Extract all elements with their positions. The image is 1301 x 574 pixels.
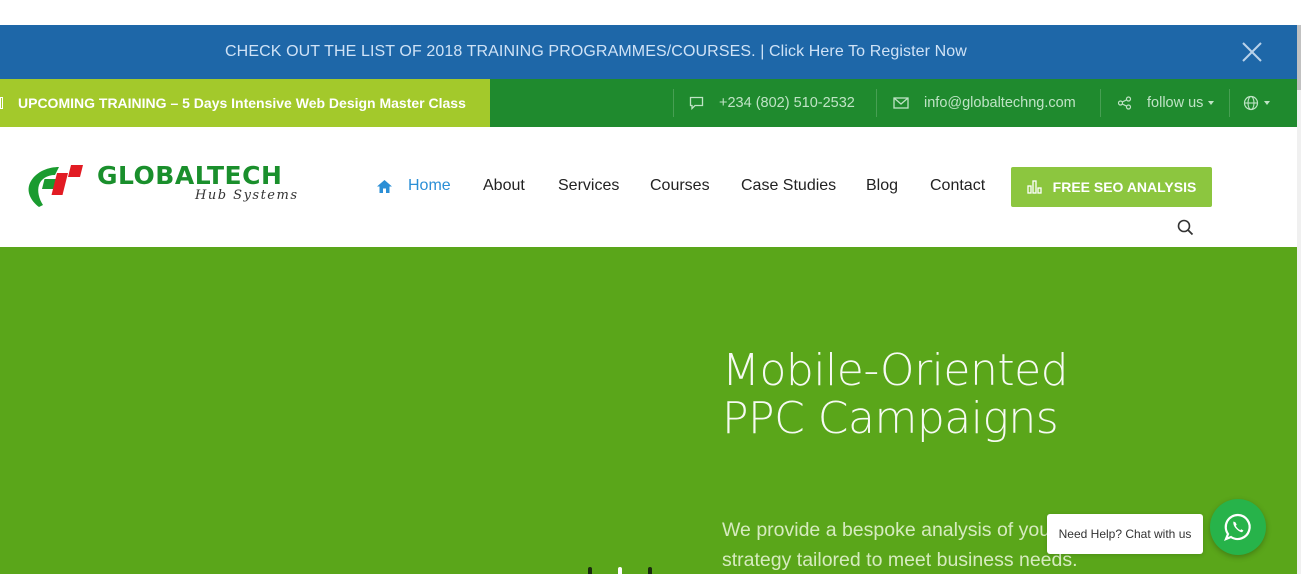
nav-courses[interactable]: Courses: [650, 177, 710, 195]
chat-bubble-icon: [689, 96, 704, 110]
globe-icon: [1243, 95, 1259, 111]
email-contact[interactable]: info@globaltechng.com: [893, 79, 1076, 127]
upcoming-training-text[interactable]: UPCOMING TRAINING – 5 Days Intensive Web…: [18, 95, 466, 111]
nav-about[interactable]: About: [483, 177, 525, 195]
announcement-bar[interactable]: CHECK OUT THE LIST OF 2018 TRAINING PROG…: [0, 25, 1297, 79]
phone-contact[interactable]: +234 (802) 510-2532: [689, 79, 855, 127]
loading-dot: [618, 567, 622, 574]
email-address[interactable]: info@globaltechng.com: [924, 95, 1076, 111]
chat-tooltip-text[interactable]: Need Help? Chat with us: [1059, 527, 1192, 541]
info-bar: UPCOMING TRAINING – 5 Days Intensive Web…: [0, 79, 1297, 127]
whatsapp-icon: [1224, 513, 1251, 541]
site-header: GLOBALTECH Hub Systems Home About Servic…: [0, 127, 1297, 247]
scrollbar-track[interactable]: [1297, 25, 1301, 574]
chevron-down-icon: [1208, 101, 1215, 105]
hero-title-line: PPC Campaigns: [722, 393, 1059, 444]
close-icon[interactable]: [1239, 39, 1265, 65]
bar-chart-icon: [1027, 180, 1042, 194]
envelope-icon: [893, 97, 909, 109]
loading-dot: [648, 567, 652, 574]
nav-blog[interactable]: Blog: [866, 177, 898, 195]
hero-title-line: Mobile-Oriented: [722, 345, 1069, 396]
upcoming-training-banner[interactable]: UPCOMING TRAINING – 5 Days Intensive Web…: [0, 79, 490, 127]
follow-us-label[interactable]: follow us: [1147, 95, 1203, 111]
hero-title: Mobile-Oriented PPC Campaigns: [722, 345, 1069, 444]
divider: [876, 89, 877, 117]
divider: [1100, 89, 1101, 117]
whatsapp-chat-button[interactable]: [1210, 499, 1266, 555]
bullet-marker: [0, 97, 3, 109]
home-icon[interactable]: [376, 179, 393, 199]
share-icon: [1117, 96, 1132, 110]
site-logo[interactable]: GLOBALTECH Hub Systems: [25, 161, 325, 211]
top-strip: [0, 0, 1301, 25]
nav-services[interactable]: Services: [558, 177, 619, 195]
divider: [673, 89, 674, 117]
follow-us-dropdown[interactable]: follow us: [1117, 79, 1215, 127]
chat-tooltip[interactable]: Need Help? Chat with us: [1047, 514, 1203, 554]
logo-subtitle: Hub Systems: [195, 188, 299, 203]
logo-title: GLOBALTECH: [97, 161, 283, 190]
divider: [1229, 89, 1230, 117]
search-icon[interactable]: [1177, 219, 1194, 241]
nav-case-studies[interactable]: Case Studies: [741, 177, 836, 195]
language-dropdown[interactable]: [1243, 79, 1270, 127]
announcement-text[interactable]: CHECK OUT THE LIST OF 2018 TRAINING PROG…: [225, 43, 967, 61]
scrollbar-thumb[interactable]: [1297, 25, 1301, 90]
logo-mark-icon: [28, 165, 84, 207]
loading-dot: [588, 567, 592, 574]
chevron-down-icon: [1264, 101, 1270, 105]
free-seo-analysis-label: FREE SEO ANALYSIS: [1052, 179, 1197, 195]
phone-number[interactable]: +234 (802) 510-2532: [719, 95, 855, 111]
slider-loading-indicator: [588, 567, 678, 574]
nav-contact[interactable]: Contact: [930, 177, 985, 195]
nav-home[interactable]: Home: [408, 177, 451, 195]
free-seo-analysis-button[interactable]: FREE SEO ANALYSIS: [1011, 167, 1212, 207]
